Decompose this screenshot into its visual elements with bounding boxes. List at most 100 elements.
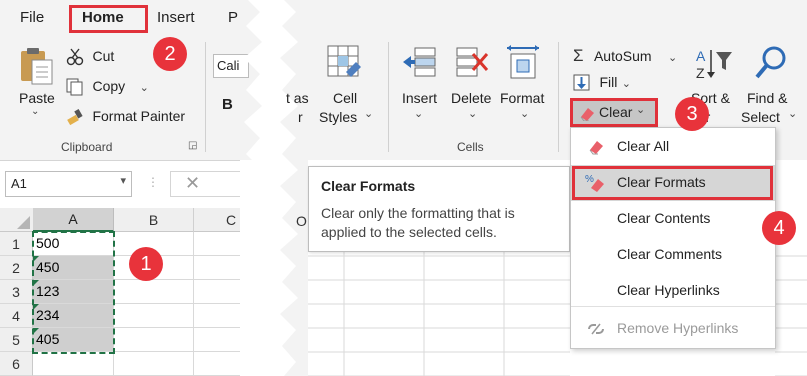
ribbon-tab-bar: File Home Insert P [0,0,807,36]
menu-item-clear-hyperlinks[interactable]: Clear Hyperlinks [571,273,775,309]
row-header[interactable]: 3 [0,280,33,304]
group-divider [388,42,389,152]
format-chevron-icon[interactable]: ⌄ [520,107,529,120]
copy-selection-border [32,231,115,354]
cell-styles-label-2[interactable]: Styles [319,109,357,125]
right-grid-lines [308,232,570,376]
insert-cells-icon [403,47,436,77]
cell-c[interactable] [194,232,240,256]
row-header[interactable]: 6 [0,352,33,376]
tooltip-body-1: Clear only the formatting that is [321,205,515,221]
cell-styles-icon [327,45,361,77]
cell-c[interactable] [194,352,240,376]
dialog-launcher-icon[interactable]: ◲ [188,140,197,151]
fill-down-icon [573,74,590,91]
insert-chevron-icon[interactable]: ⌄ [414,107,423,120]
copy-chevron-icon[interactable]: ⌄ [140,82,149,94]
find-select-label-2[interactable]: Select [741,109,780,125]
clear-formats-tooltip: Clear Formats Clear only the formatting … [308,166,570,252]
paste-label[interactable]: Paste [19,90,55,106]
autosum-button[interactable]: Σ AutoSum ⌄ [573,46,677,66]
broken-link-icon [588,323,604,335]
clear-button-highlight [570,98,658,127]
cut-button[interactable]: Cut [66,48,114,66]
copy-label: Copy [92,78,126,95]
select-all-corner[interactable] [0,208,33,232]
cell-styles-chevron-icon[interactable]: ⌄ [364,107,373,120]
format-cells-label[interactable]: Format [500,90,544,106]
drag-handle-icon[interactable]: ⋮ [147,175,159,189]
formula-input[interactable]: ✕ [170,171,240,197]
row-header[interactable]: 5 [0,328,33,352]
delete-cells-label[interactable]: Delete [451,90,491,106]
fill-chevron-icon[interactable]: ⌄ [622,78,631,90]
row-header[interactable]: 2 [0,256,33,280]
step-badge-3: 3 [675,97,709,131]
cell-b[interactable] [114,352,194,376]
name-box-chevron-icon[interactable]: ▾ [120,174,126,187]
home-tab-highlight [69,5,148,33]
step-badge-4: 4 [762,211,796,245]
paste-icon [21,48,53,85]
paste-button[interactable] [18,46,56,86]
cancel-icon[interactable]: ✕ [185,173,200,194]
find-select-chevron-icon[interactable]: ⌄ [788,107,797,120]
column-header-o[interactable]: O [296,213,307,229]
format-as-table-label-partial-2[interactable]: r [298,109,303,125]
cut-label: Cut [92,48,115,65]
column-header-b[interactable]: B [114,208,194,232]
cell-styles-button[interactable] [326,44,364,89]
row-header[interactable]: 1 [0,232,33,256]
column-header-a[interactable]: A [33,208,114,232]
fill-label: Fill [599,74,618,91]
step-badge-1: 1 [129,247,163,281]
bold-button[interactable]: B [222,96,233,113]
paste-chevron-icon[interactable]: ⌄ [31,106,39,117]
eraser-icon [589,141,603,155]
format-painter-button[interactable]: Format Painter [66,108,185,126]
group-divider [205,42,206,152]
cell-b[interactable] [114,280,194,304]
cell-c[interactable] [194,280,240,304]
clear-formats-highlight [572,166,773,200]
name-box[interactable]: A1 ▾ [5,171,132,197]
menu-item-remove-hyperlinks: Remove Hyperlinks [571,311,775,347]
copy-button[interactable]: Copy ⌄ [66,78,149,96]
cell-c[interactable] [194,304,240,328]
cell-a6[interactable] [33,352,114,376]
group-divider [558,42,559,152]
tab-partial[interactable]: P [228,9,238,26]
cell-c[interactable] [194,328,240,352]
cell-b[interactable] [114,304,194,328]
insert-cells-label[interactable]: Insert [402,90,437,106]
cell-styles-label-1[interactable]: Cell [333,90,357,106]
format-painter-icon [67,109,83,126]
menu-item-clear-contents[interactable]: Clear Contents [571,201,775,237]
step-badge-2: 2 [153,37,187,71]
find-select-label-1[interactable]: Find & [747,90,787,106]
format-as-table-label-partial[interactable]: t as [286,90,309,106]
column-header-c[interactable]: C [226,208,240,232]
tooltip-body-2: applied to the selected cells. [321,224,497,240]
svg-text:A: A [696,48,706,64]
delete-cells-button[interactable] [455,44,491,89]
delete-chevron-icon[interactable]: ⌄ [468,107,477,120]
sort-filter-button[interactable]: A Z [694,46,734,89]
autosum-chevron-icon[interactable]: ⌄ [668,52,677,64]
insert-cells-button[interactable] [401,44,437,89]
format-painter-label: Format Painter [92,108,186,125]
row-header[interactable]: 4 [0,304,33,328]
cell-c[interactable] [194,256,240,280]
magnifier-icon [755,46,786,79]
find-select-button[interactable] [753,44,789,89]
tab-insert[interactable]: Insert [157,9,195,26]
menu-divider [571,306,775,307]
format-cells-button[interactable] [505,44,541,89]
menu-item-clear-all[interactable]: Clear All [571,129,775,165]
cell-b[interactable] [114,328,194,352]
autosum-label: AutoSum [593,48,652,64]
tab-file[interactable]: File [20,9,44,26]
menu-item-clear-comments[interactable]: Clear Comments [571,237,775,273]
fill-button[interactable]: Fill ⌄ [573,74,631,92]
copy-icon [66,78,83,96]
